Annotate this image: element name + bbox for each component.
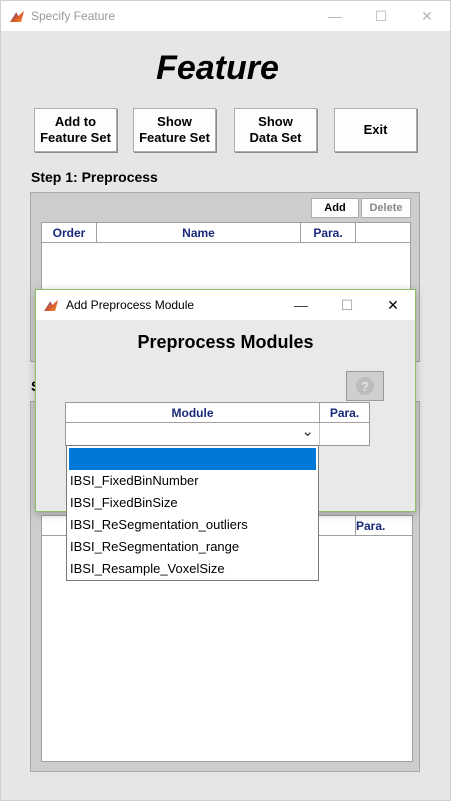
table-header: Module Para. <box>66 403 369 423</box>
step1-label: Step 1: Preprocess <box>31 169 158 185</box>
para-cell[interactable] <box>320 423 369 445</box>
dropdown-option[interactable] <box>69 448 316 470</box>
button-line: Show <box>157 114 192 129</box>
dropdown-option[interactable]: IBSI_ReSegmentation_outliers <box>69 513 316 535</box>
window-title: Specify Feature <box>31 9 116 23</box>
dialog-title: Add Preprocess Module <box>66 298 195 312</box>
show-data-set-button[interactable]: Show Data Set <box>234 108 317 152</box>
matlab-icon <box>43 297 59 313</box>
column-header-para[interactable]: Para. <box>356 516 412 536</box>
dialog-titlebar: Add Preprocess Module — ☐ ✕ <box>36 290 415 320</box>
dialog-maximize-button[interactable]: ☐ <box>324 290 370 320</box>
column-header-blank <box>356 223 410 243</box>
button-line: Feature Set <box>40 130 111 145</box>
page-title: Feature <box>156 49 279 87</box>
dropdown-option[interactable]: IBSI_Resample_VoxelSize <box>69 557 316 579</box>
column-header-order[interactable]: Order <box>42 223 97 243</box>
table-header: Order Name Para. <box>42 223 410 243</box>
button-line: Data Set <box>249 130 302 145</box>
column-header-module[interactable]: Module <box>66 403 320 423</box>
module-table[interactable]: Module Para. ⌄ <box>65 402 370 446</box>
show-feature-set-button[interactable]: Show Feature Set <box>133 108 216 152</box>
delete-button[interactable]: Delete <box>361 198 411 218</box>
dialog-minimize-button[interactable]: — <box>278 290 324 320</box>
close-button[interactable]: ✕ <box>404 1 450 31</box>
button-line: Add to <box>54 114 97 129</box>
titlebar: Specify Feature — ☐ ✕ <box>1 1 450 31</box>
dropdown-option[interactable]: IBSI_FixedBinSize <box>69 491 316 513</box>
column-header-para[interactable]: Para. <box>320 403 369 423</box>
dropdown-option[interactable]: IBSI_FixedBinNumber <box>69 469 316 491</box>
minimize-button[interactable]: — <box>312 1 358 31</box>
module-dropdown-list[interactable]: IBSI_FixedBinNumber IBSI_FixedBinSize IB… <box>66 445 319 581</box>
help-button[interactable]: ? <box>346 371 384 401</box>
chevron-down-icon[interactable]: ⌄ <box>301 422 314 440</box>
maximize-button[interactable]: ☐ <box>358 1 404 31</box>
dialog-heading: Preprocess Modules <box>137 332 314 352</box>
help-icon: ? <box>356 377 374 395</box>
column-header-name[interactable]: Name <box>97 223 301 243</box>
matlab-icon <box>9 8 25 24</box>
add-to-feature-set-button[interactable]: Add to Feature Set <box>34 108 117 152</box>
dialog-close-button[interactable]: ✕ <box>370 290 416 320</box>
dropdown-option[interactable]: IBSI_ReSegmentation_range <box>69 535 316 557</box>
module-dropdown[interactable]: ⌄ <box>66 423 320 445</box>
add-button[interactable]: Add <box>311 198 359 218</box>
column-header-para[interactable]: Para. <box>301 223 356 243</box>
button-line: Feature Set <box>139 130 210 145</box>
exit-button[interactable]: Exit <box>334 108 417 152</box>
button-line: Show <box>258 114 293 129</box>
